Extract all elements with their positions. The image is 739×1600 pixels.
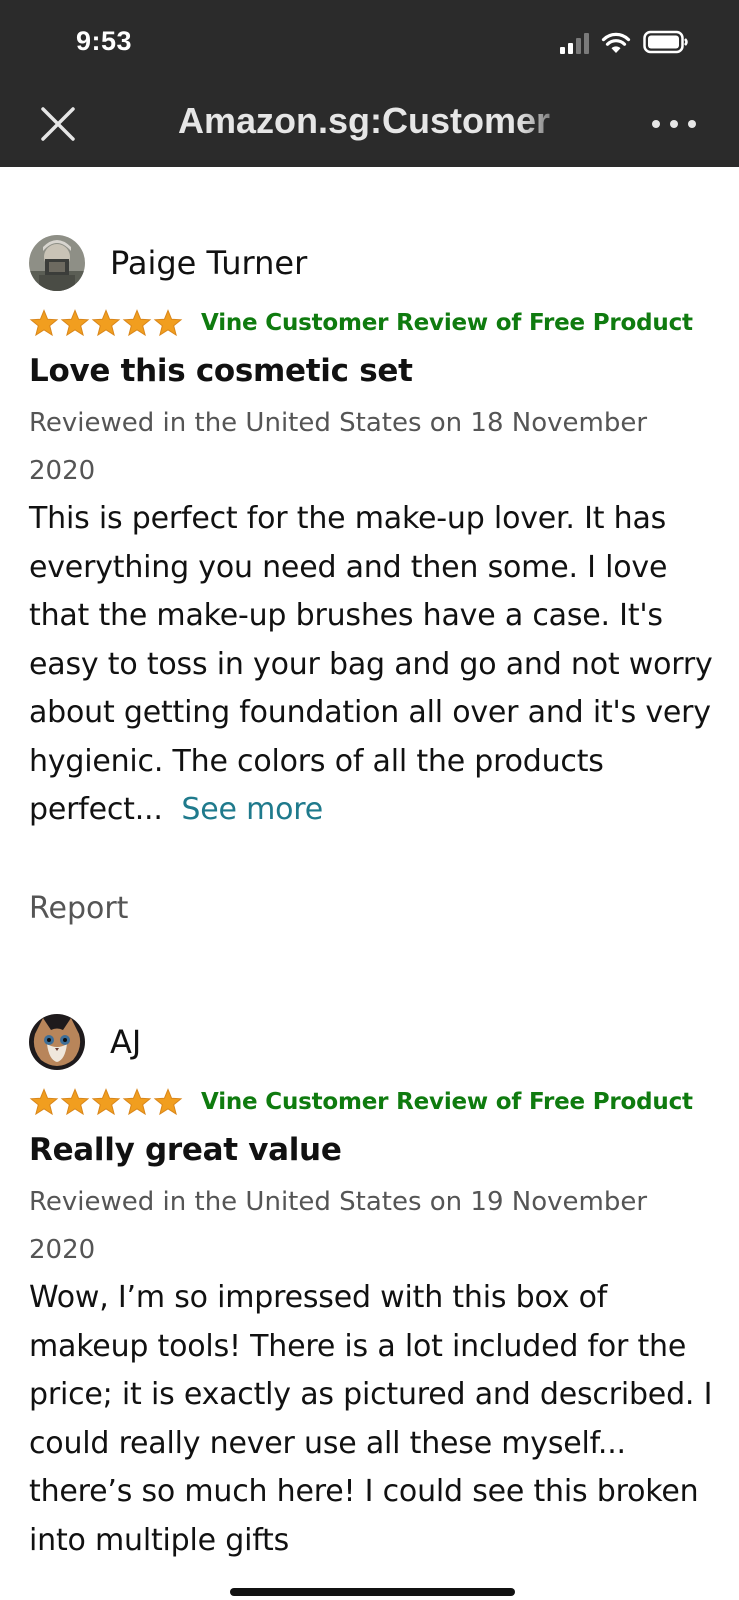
reviewer-name: Paige Turner <box>110 244 308 282</box>
review-title: Love this cosmetic set <box>29 353 413 389</box>
review-item: AJ Vine Customer Review of Free Product … <box>29 1012 719 1565</box>
star-icon <box>29 309 59 337</box>
page-title: Amazon.sg:Customer <box>178 100 551 141</box>
star-icon <box>60 1088 90 1116</box>
top-bar: 9:53 Amazon.sg:Customer <box>0 0 739 167</box>
battery-icon <box>643 30 688 54</box>
rating-row: Vine Customer Review of Free Product <box>29 303 719 343</box>
close-icon <box>41 107 75 141</box>
status-icons <box>560 30 689 54</box>
star-icon <box>60 309 90 337</box>
star-icon <box>29 1088 59 1116</box>
star-icon <box>91 309 121 337</box>
wifi-icon <box>601 32 631 53</box>
review-item: Paige Turner Vine Customer Review of Fre… <box>29 233 719 835</box>
see-more-link[interactable]: See more <box>181 792 323 827</box>
star-icon <box>153 309 183 337</box>
review-body: This is perfect for the make-up lover. I… <box>29 495 719 835</box>
vine-badge: Vine Customer Review of Free Product <box>201 310 693 336</box>
reviewer[interactable]: AJ <box>29 1012 719 1072</box>
more-options-button[interactable] <box>649 116 699 130</box>
more-dots-icon <box>652 120 696 128</box>
cellular-signal-icon <box>560 32 589 54</box>
review-date: Reviewed in the United States on 18 Nove… <box>29 408 648 486</box>
home-indicator <box>230 1588 515 1596</box>
avatar <box>29 235 85 291</box>
vine-badge: Vine Customer Review of Free Product <box>201 1089 693 1115</box>
review-title: Really great value <box>29 1132 342 1168</box>
star-icon <box>122 1088 152 1116</box>
rating-row: Vine Customer Review of Free Product <box>29 1082 719 1122</box>
reviewer[interactable]: Paige Turner <box>29 233 719 293</box>
star-rating <box>29 1088 183 1116</box>
reviewer-name: AJ <box>110 1023 142 1061</box>
avatar <box>29 1014 85 1070</box>
close-button[interactable] <box>38 104 78 144</box>
star-icon <box>153 1088 183 1116</box>
review-date: Reviewed in the United States on 19 Nove… <box>29 1187 648 1265</box>
review-body: Wow, I’m so impressed with this box of m… <box>29 1280 713 1558</box>
star-icon <box>122 309 152 337</box>
star-rating <box>29 309 183 337</box>
status-time: 9:53 <box>76 26 133 56</box>
review-body-text: This is perfect for the make-up lover. I… <box>29 501 713 827</box>
report-link[interactable]: Report <box>29 891 128 926</box>
star-icon <box>91 1088 121 1116</box>
